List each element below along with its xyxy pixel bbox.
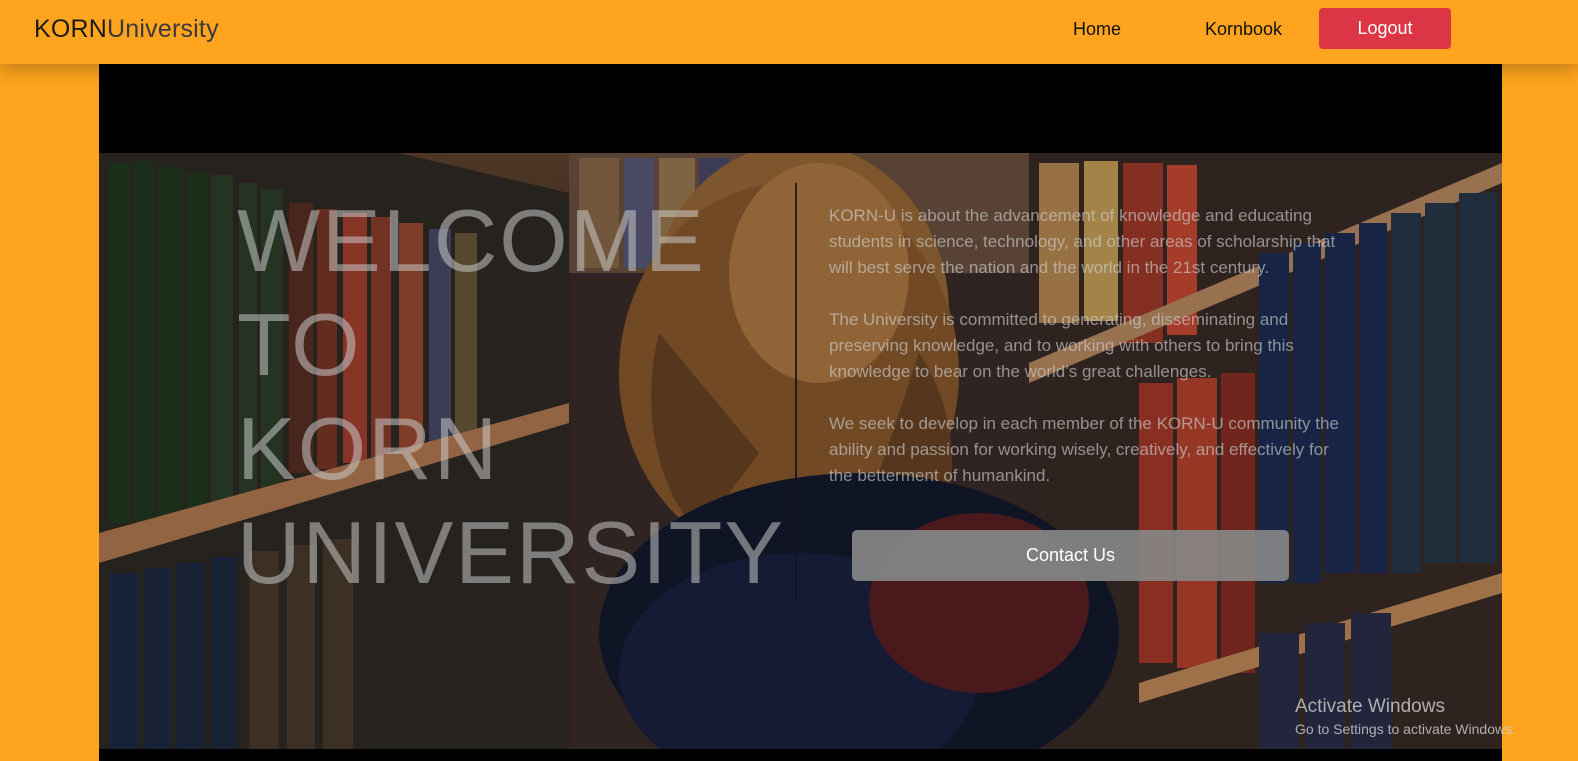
welcome-line: TO — [237, 295, 362, 394]
nav-link-kornbook[interactable]: Kornbook — [1205, 18, 1282, 40]
brand-light-text: University — [107, 15, 219, 43]
about-text: KORN-U is about the advancement of knowl… — [829, 203, 1344, 515]
welcome-line: WELCOME — [237, 191, 706, 290]
watermark-title: Activate Windows — [1295, 696, 1445, 717]
brand-logo[interactable]: KORNUniversity — [34, 14, 219, 44]
nav-link-home[interactable]: Home — [1073, 18, 1121, 40]
about-paragraph: KORN-U is about the advancement of knowl… — [829, 206, 1336, 277]
welcome-line: UNIVERSITY — [237, 503, 786, 602]
welcome-heading: WELCOME TO KORN UNIVERSITY — [237, 189, 797, 605]
brand-bold-text: KORN — [34, 15, 108, 43]
video-bottom-letterbox — [99, 749, 1502, 761]
about-paragraph: The University is committed to generatin… — [829, 310, 1294, 381]
top-navbar: KORNUniversity Home Kornbook Logout — [0, 0, 1578, 64]
watermark-subtitle: Go to Settings to activate Windows. — [1295, 721, 1516, 737]
hero-video: WELCOME TO KORN UNIVERSITY KORN-U is abo… — [99, 64, 1502, 761]
vertical-divider — [795, 183, 797, 603]
contact-us-button[interactable]: Contact Us — [852, 530, 1289, 581]
logout-button[interactable]: Logout — [1319, 8, 1451, 49]
about-paragraph: We seek to develop in each member of the… — [829, 414, 1339, 485]
library-background-image: WELCOME TO KORN UNIVERSITY KORN-U is abo… — [99, 153, 1502, 749]
activate-windows-watermark: Activate Windows Go to Settings to activ… — [1295, 695, 1516, 739]
welcome-line: KORN — [237, 399, 500, 498]
